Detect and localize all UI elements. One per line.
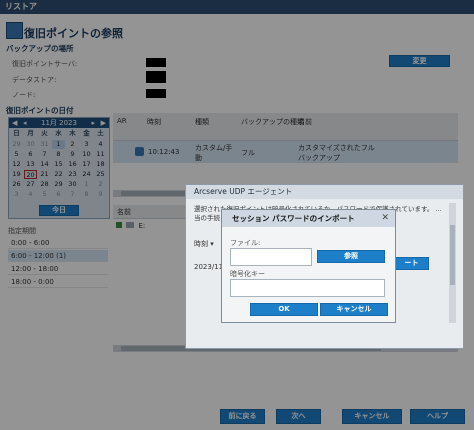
- session-password-dialog: セッション パスワードのインポート ✕ ファイル: 参照 暗号化キー OK キャ…: [221, 209, 396, 323]
- scrollbar-thumb[interactable]: [450, 225, 455, 285]
- agent-vertical-scrollbar[interactable]: [449, 203, 456, 323]
- agent-time-header[interactable]: 時刻 ▾: [194, 239, 214, 249]
- session-dialog-title[interactable]: セッション パスワードのインポート: [222, 210, 395, 227]
- file-label: ファイル:: [230, 239, 261, 247]
- ok-button[interactable]: OK: [250, 303, 318, 316]
- encryption-key-label: 暗号化キー: [230, 270, 265, 278]
- close-icon[interactable]: ✕: [381, 213, 389, 223]
- encryption-key-input[interactable]: [230, 279, 385, 297]
- dialog-cancel-button[interactable]: キャンセル: [320, 303, 388, 316]
- agent-dialog-title[interactable]: Arcserve UDP エージェント: [186, 185, 463, 199]
- sort-down-icon: ▾: [210, 240, 214, 248]
- browse-button[interactable]: 参照: [317, 250, 385, 263]
- agent-ok-button[interactable]: ート: [394, 257, 429, 270]
- file-input[interactable]: [230, 248, 312, 266]
